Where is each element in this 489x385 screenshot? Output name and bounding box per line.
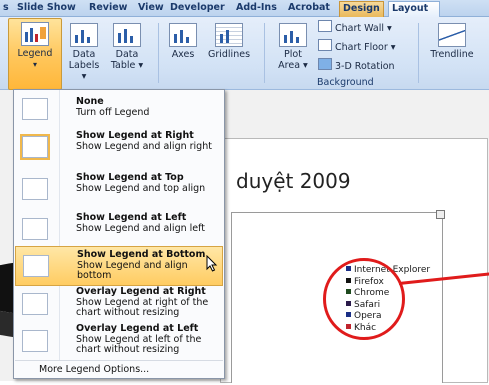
legend-dropdown-menu: None Turn off Legend Show Legend at Righ…: [13, 89, 225, 379]
tab-review[interactable]: Review: [89, 0, 127, 16]
trendline-label: Trendline: [430, 49, 474, 60]
legend-label: Legend: [17, 48, 53, 59]
data-labels-button[interactable]: Data Labels ▾: [66, 23, 102, 82]
ribbon: Legend ▾ Data Labels ▾ Data Table ▾ Axes…: [0, 17, 489, 90]
chart-wall-button[interactable]: Chart Wall ▾: [318, 20, 392, 34]
data-table-label-1: Data: [115, 49, 139, 60]
trendline-button[interactable]: Trendline: [426, 23, 478, 60]
axes-label: Axes: [171, 49, 195, 60]
plot-area-icon: [279, 23, 307, 47]
plot-area-button[interactable]: Plot Area ▾: [273, 23, 313, 71]
menu-item-title: Show Legend at Right: [76, 130, 194, 141]
3d-rotation-button[interactable]: 3-D Rotation: [318, 58, 395, 72]
menu-item-desc: Show Legend and align right: [76, 141, 212, 152]
menu-item-legend-top[interactable]: Show Legend at Top Show Legend and top a…: [15, 170, 223, 210]
axes-button[interactable]: Axes: [166, 23, 200, 60]
more-legend-options[interactable]: More Legend Options...: [15, 360, 223, 378]
rotation-icon: [318, 58, 332, 70]
trendline-icon: [438, 23, 466, 47]
menu-item-title: Overlay Legend at Right: [76, 286, 206, 297]
chevron-down-icon: ▾: [32, 60, 37, 69]
legend-left-icon: [22, 218, 48, 240]
tab-partial[interactable]: s: [3, 0, 9, 16]
data-table-button[interactable]: Data Table ▾: [108, 23, 146, 71]
gridlines-icon: [215, 23, 243, 47]
legend-bottom-icon: [23, 255, 49, 277]
menu-item-overlay-right[interactable]: Overlay Legend at Right Show Legend at r…: [15, 286, 223, 322]
legend-button[interactable]: Legend ▾: [8, 18, 62, 90]
menu-item-desc: Show Legend and align bottom: [77, 260, 188, 281]
tab-view[interactable]: View: [138, 0, 164, 16]
menu-item-desc: Show Legend at right of the chart withou…: [76, 297, 209, 318]
menu-item-legend-right[interactable]: Show Legend at Right Show Legend and ali…: [15, 128, 223, 168]
chart-wall-icon: [318, 20, 332, 32]
tab-layout[interactable]: Layout: [388, 1, 440, 18]
3d-rotation-label: 3-D Rotation: [335, 61, 395, 72]
menu-item-desc: Show Legend and top align: [76, 183, 206, 194]
overlay-left-icon: [22, 330, 48, 352]
background-group-label: Background: [317, 77, 374, 88]
data-labels-label-1: Data: [72, 49, 96, 60]
data-labels-label-2: Labels ▾: [68, 60, 100, 82]
menu-item-title: Show Legend at Bottom: [77, 249, 206, 260]
gridlines-button[interactable]: Gridlines: [203, 23, 255, 60]
menu-item-legend-left[interactable]: Show Legend at Left Show Legend and alig…: [15, 210, 223, 250]
legend-top-icon: [22, 178, 48, 200]
menu-item-desc: Turn off Legend: [76, 107, 150, 118]
slide-title[interactable]: duyệt 2009: [236, 169, 351, 193]
legend-icon: [21, 22, 49, 46]
tab-slide-show[interactable]: Slide Show: [17, 0, 76, 16]
chart-floor-label: Chart Floor ▾: [335, 42, 396, 53]
menu-item-none[interactable]: None Turn off Legend: [15, 92, 223, 124]
overlay-right-icon: [22, 293, 48, 315]
tab-acrobat[interactable]: Acrobat: [288, 0, 330, 16]
ribbon-tab-bar: s Slide Show Review View Developer Add-I…: [0, 0, 489, 18]
separator: [418, 23, 419, 83]
separator: [264, 23, 265, 83]
menu-item-title: Overlay Legend at Left: [76, 323, 199, 334]
gridlines-label: Gridlines: [207, 49, 251, 60]
axes-icon: [169, 23, 197, 47]
tab-design[interactable]: Design: [339, 1, 384, 17]
separator: [158, 23, 159, 83]
tab-add-ins[interactable]: Add-Ins: [236, 0, 277, 16]
menu-item-title: Show Legend at Top: [76, 172, 184, 183]
plot-area-label-1: Plot: [284, 49, 302, 60]
chart-wall-label: Chart Wall ▾: [335, 23, 392, 34]
data-labels-icon: [70, 23, 98, 47]
data-table-icon: [113, 23, 141, 47]
legend-right-icon: [22, 136, 48, 158]
data-table-label-2: Table ▾: [110, 60, 144, 71]
mouse-cursor-icon: [206, 255, 218, 272]
plot-area-label-2: Area ▾: [278, 60, 308, 71]
menu-item-desc: Show Legend and align left: [76, 223, 206, 234]
menu-item-legend-bottom[interactable]: Show Legend at Bottom Show Legend and al…: [15, 246, 223, 286]
chart-floor-button[interactable]: Chart Floor ▾: [318, 39, 396, 53]
menu-item-title: None: [76, 96, 104, 107]
annotation-circle: [323, 258, 405, 340]
no-legend-icon: [22, 98, 48, 120]
chart-floor-icon: [318, 39, 332, 51]
menu-item-overlay-left[interactable]: Overlay Legend at Left Show Legend at le…: [15, 323, 223, 359]
menu-item-desc: Show Legend at left of the chart without…: [76, 334, 202, 355]
more-legend-options-label: More Legend Options...: [39, 364, 150, 375]
menu-item-title: Show Legend at Left: [76, 212, 187, 223]
tab-developer[interactable]: Developer: [170, 0, 225, 16]
